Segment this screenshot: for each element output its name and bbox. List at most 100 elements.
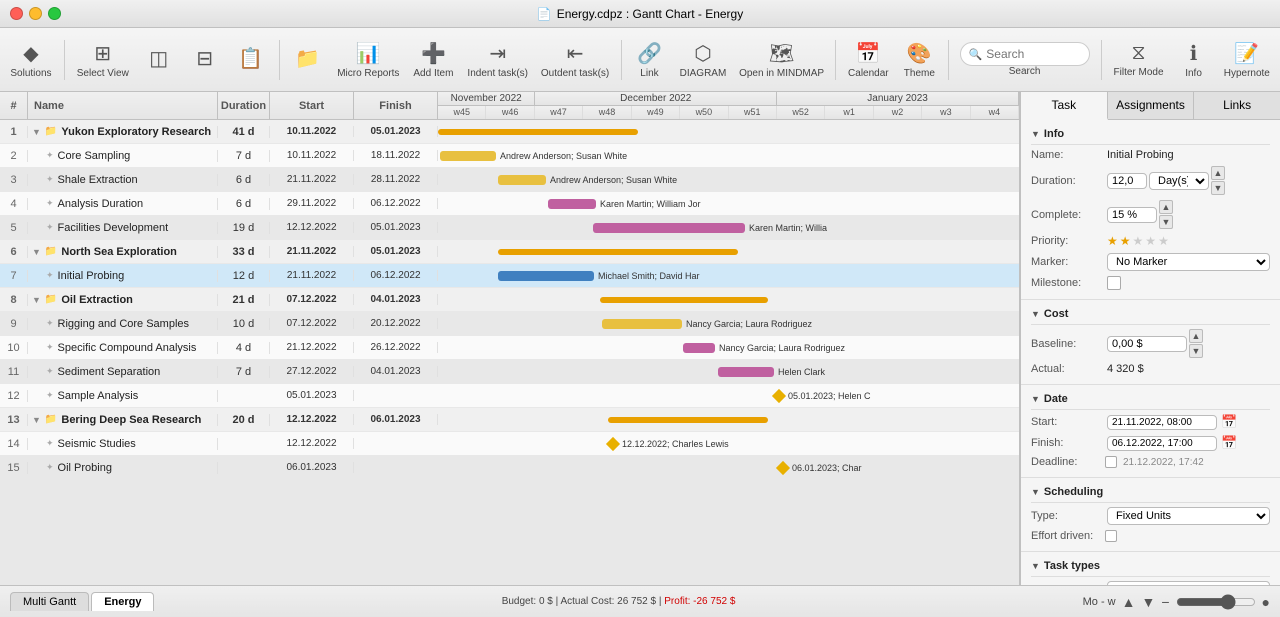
milestone-checkbox[interactable] — [1107, 276, 1121, 290]
table-row[interactable]: 7✦Initial Probing12 d21.11.202206.12.202… — [0, 264, 1019, 288]
type-select[interactable]: Fixed Units — [1107, 507, 1270, 525]
tab-multi-gantt[interactable]: Multi Gantt — [10, 592, 89, 611]
gantt-bar[interactable] — [548, 199, 596, 209]
expand-icon[interactable]: ▼ — [32, 127, 41, 137]
search-input[interactable] — [986, 47, 1080, 61]
table-row[interactable]: 9✦Rigging and Core Samples10 d07.12.2022… — [0, 312, 1019, 336]
select-view-button[interactable]: ⊞ Select View — [71, 32, 135, 88]
theme-button[interactable]: 🎨 Theme — [897, 32, 942, 88]
deadline-checkbox[interactable] — [1105, 456, 1117, 468]
gantt-bar[interactable] — [498, 249, 738, 255]
finish-date-input[interactable] — [1107, 436, 1217, 451]
gantt-bar[interactable] — [593, 223, 745, 233]
table-row[interactable]: 4✦Analysis Duration6 d29.11.202206.12.20… — [0, 192, 1019, 216]
micro-reports-button[interactable]: 📊 Micro Reports — [332, 32, 405, 88]
maximize-button[interactable] — [48, 7, 61, 20]
table-row[interactable]: 2✦Core Sampling7 d10.11.202218.11.2022An… — [0, 144, 1019, 168]
table-row[interactable]: 5✦Facilities Development19 d12.12.202205… — [0, 216, 1019, 240]
zoom-up-icon[interactable]: ▲ — [1122, 594, 1136, 610]
marker-select[interactable]: No Marker — [1107, 253, 1270, 271]
indent-left-button[interactable]: ◫ — [137, 32, 181, 88]
outdent-tasks-button[interactable]: ⇤ Outdent task(s) — [536, 32, 615, 88]
section-date-header[interactable]: ▼ Date — [1031, 389, 1270, 410]
gantt-bar[interactable] — [602, 319, 682, 329]
section-cost-header[interactable]: ▼ Cost — [1031, 304, 1270, 325]
filter-mode-button[interactable]: ⧖ Filter Mode — [1108, 32, 1170, 88]
star-3[interactable]: ★ — [1133, 234, 1144, 248]
info-button[interactable]: ℹ Info — [1172, 32, 1216, 88]
table-row[interactable]: 11✦Sediment Separation7 d27.12.202204.01… — [0, 360, 1019, 384]
table-row[interactable]: 14✦Seismic Studies12.12.202212.12.2022; … — [0, 432, 1019, 456]
cell-chart: Karen Martin; William Jor — [438, 192, 1019, 216]
hypernote-button[interactable]: 📝 Hypernote — [1218, 32, 1276, 88]
baseline-down[interactable]: ▼ — [1189, 344, 1203, 358]
gantt-bar[interactable] — [438, 129, 638, 135]
percent-up[interactable]: ▲ — [1159, 200, 1173, 214]
start-calendar-icon[interactable]: 📅 — [1221, 414, 1237, 430]
tab-links[interactable]: Links — [1194, 92, 1280, 119]
star-5[interactable]: ★ — [1158, 234, 1169, 248]
finish-calendar-icon[interactable]: 📅 — [1221, 435, 1237, 451]
star-4[interactable]: ★ — [1145, 234, 1156, 248]
duration-up[interactable]: ▲ — [1211, 166, 1225, 180]
days-select[interactable]: Day(s) — [1149, 172, 1209, 190]
gantt-bar[interactable] — [608, 417, 768, 423]
gantt-bar[interactable] — [600, 297, 768, 303]
view3-button[interactable]: ⊟ — [183, 32, 227, 88]
solutions-button[interactable]: ◆ Solutions — [4, 32, 58, 88]
gantt-bar[interactable] — [683, 343, 715, 353]
col-header-name: Name — [28, 92, 218, 120]
baseline-input[interactable] — [1107, 336, 1187, 352]
table-row[interactable]: 13▼📁Bering Deep Sea Research20 d12.12.20… — [0, 408, 1019, 432]
link-button[interactable]: 🔗 Link — [627, 32, 671, 88]
section-scheduling-header[interactable]: ▼ Scheduling — [1031, 482, 1270, 503]
calendar-button[interactable]: 📅 Calendar — [842, 32, 895, 88]
table-row[interactable]: 10✦Specific Compound Analysis4 d21.12.20… — [0, 336, 1019, 360]
zoom-circle-button[interactable]: ● — [1262, 594, 1270, 610]
duration-input[interactable] — [1107, 173, 1147, 189]
mindmap-button[interactable]: 🗺 Open in MINDMAP — [734, 32, 828, 88]
baseline-up[interactable]: ▲ — [1189, 329, 1203, 343]
priority-stars[interactable]: ★ ★ ★ ★ ★ — [1107, 234, 1169, 248]
star-2[interactable]: ★ — [1120, 234, 1131, 248]
tab-energy[interactable]: Energy — [91, 592, 154, 611]
star-1[interactable]: ★ — [1107, 234, 1118, 248]
percent-input[interactable] — [1107, 207, 1157, 223]
gantt-bar[interactable] — [498, 271, 594, 281]
table-row[interactable]: 12✦Sample Analysis05.01.202305.01.2023; … — [0, 384, 1019, 408]
start-date-input[interactable] — [1107, 415, 1217, 430]
percent-down[interactable]: ▼ — [1159, 215, 1173, 229]
actual-field-value: 4 320 $ — [1107, 363, 1270, 375]
gantt-bar[interactable] — [718, 367, 774, 377]
percent-wrap: ▲ ▼ — [1107, 200, 1270, 229]
expand-icon[interactable]: ▼ — [32, 415, 41, 425]
add-item-button[interactable]: ➕ Add Item — [407, 32, 460, 88]
zoom-minus-button[interactable]: − — [1161, 594, 1169, 610]
zoom-down-icon[interactable]: ▼ — [1141, 594, 1155, 610]
section-task-types-header[interactable]: ▼ Task types — [1031, 556, 1270, 577]
table-row[interactable]: 6▼📁North Sea Exploration33 d21.11.202205… — [0, 240, 1019, 264]
folder-button[interactable]: 📁 — [286, 32, 330, 88]
zoom-slider[interactable] — [1176, 594, 1256, 610]
close-button[interactable] — [10, 7, 23, 20]
expand-icon[interactable]: ▼ — [32, 247, 41, 257]
section-info-header[interactable]: ▼ Info — [1031, 124, 1270, 145]
minimize-button[interactable] — [29, 7, 42, 20]
link-label: Link — [640, 68, 658, 79]
diagram-button[interactable]: ⬡ DIAGRAM — [673, 32, 732, 88]
search-box[interactable]: 🔍 — [960, 42, 1090, 66]
expand-icon[interactable]: ▼ — [32, 295, 41, 305]
table-row[interactable]: 8▼📁Oil Extraction21 d07.12.202204.01.202… — [0, 288, 1019, 312]
gantt-bar[interactable] — [440, 151, 496, 161]
table-row[interactable]: 3✦Shale Extraction6 d21.11.202228.11.202… — [0, 168, 1019, 192]
gantt-bar[interactable] — [498, 175, 546, 185]
types-select[interactable]: Normal — [1107, 581, 1270, 585]
effort-checkbox[interactable] — [1105, 530, 1117, 542]
table-row[interactable]: 15✦Oil Probing06.01.202306.01.2023; Char — [0, 456, 1019, 480]
tab-task[interactable]: Task — [1021, 92, 1108, 120]
doc-button[interactable]: 📋 — [229, 32, 273, 88]
indent-tasks-button[interactable]: ⇥ Indent task(s) — [462, 32, 534, 88]
tab-assignments[interactable]: Assignments — [1108, 92, 1195, 119]
table-row[interactable]: 1▼📁Yukon Exploratory Research41 d10.11.2… — [0, 120, 1019, 144]
duration-down[interactable]: ▼ — [1211, 181, 1225, 195]
